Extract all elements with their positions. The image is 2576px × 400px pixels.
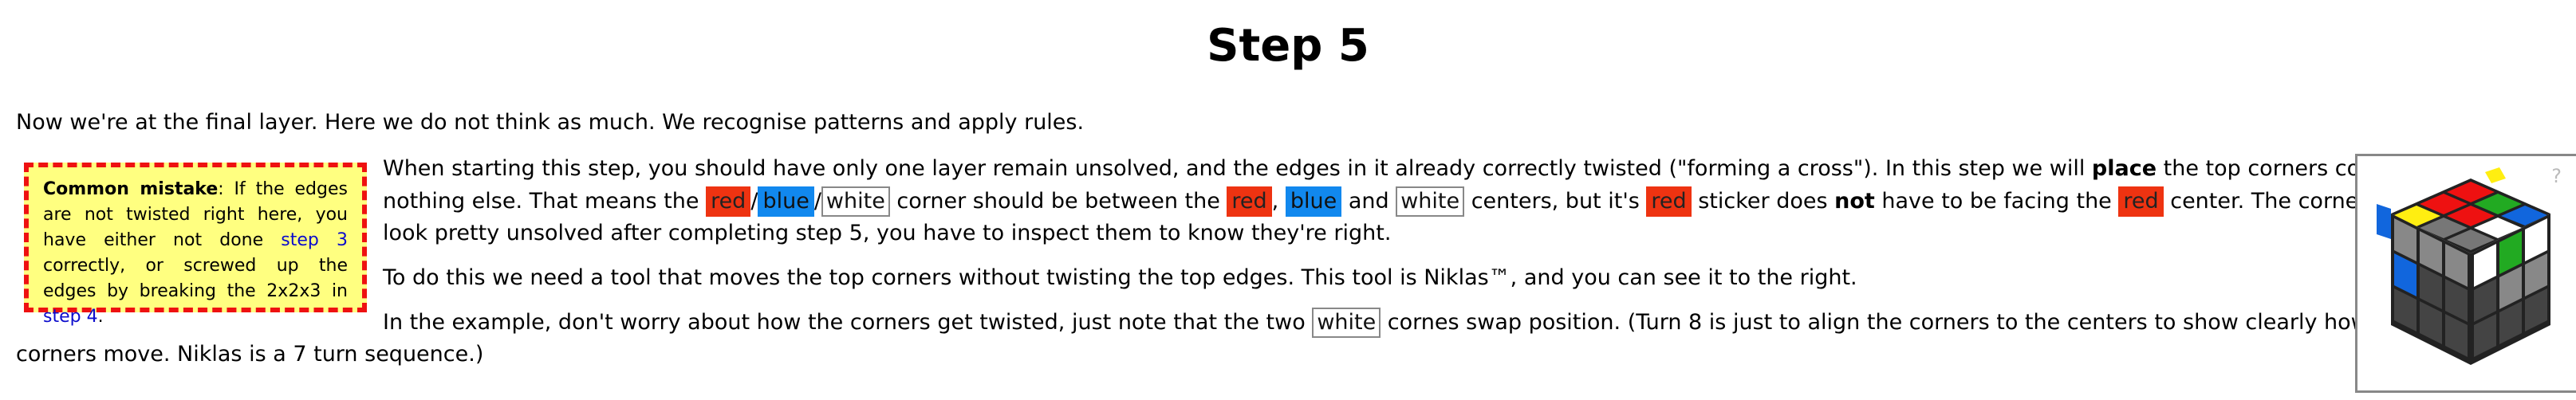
paragraph-1-line-2: nothing else. That means the red / blue / wh… bbox=[383, 186, 2479, 218]
step-3-link[interactable]: step 3 bbox=[281, 230, 348, 250]
paragraph-1-line-1: When starting this step, you should have… bbox=[383, 153, 2436, 185]
rotation-arrow-icon bbox=[2485, 167, 2506, 183]
paragraph-3-line-1: In the example, don't worry about how th… bbox=[383, 307, 2411, 339]
common-mistake-box: Common mistake: If the edges are not twi… bbox=[24, 163, 367, 327]
red-center-chip: red bbox=[1227, 186, 1272, 217]
blue-sticker-chip: blue bbox=[758, 186, 814, 217]
p3-text: In the example, don't worry about how th… bbox=[383, 310, 1313, 335]
step-4-link[interactable]: step 4 bbox=[43, 307, 98, 327]
p1-text: nothing else. That means the bbox=[383, 189, 707, 214]
paragraph-2: To do this we need a tool that moves the… bbox=[383, 265, 1857, 290]
blue-center-chip: blue bbox=[1285, 186, 1342, 217]
rubiks-cube-illustration bbox=[2377, 167, 2550, 365]
p1-text: When starting this step, you should have… bbox=[383, 156, 2092, 181]
mistake-label: Common mistake bbox=[43, 179, 219, 199]
slash: / bbox=[813, 189, 821, 214]
red-sticker-chip: red bbox=[1646, 186, 1692, 217]
comma: , bbox=[1271, 189, 1279, 214]
white-sticker-chip: white bbox=[821, 186, 890, 217]
p1-text: have to be facing the bbox=[1874, 189, 2119, 214]
help-icon[interactable]: ? bbox=[2551, 166, 2562, 186]
p3-text: cornes swap position. (Turn 8 is just to… bbox=[1381, 310, 2411, 335]
p1-text: sticker does bbox=[1691, 189, 1835, 214]
p1-and: and bbox=[1348, 189, 1389, 214]
paragraph-3-line-2: corners move. Niklas is a 7 turn sequenc… bbox=[16, 342, 484, 367]
p1-place-bold: place bbox=[2091, 156, 2157, 181]
cube-animation-frame[interactable]: ? bbox=[2355, 154, 2576, 393]
white-center-chip: white bbox=[1396, 186, 1465, 217]
p1-text: centers, but it's bbox=[1464, 189, 1647, 214]
white-sticker-chip: white bbox=[1312, 308, 1381, 338]
p1-text: corner should be between the bbox=[889, 189, 1227, 214]
paragraph-1-line-3: look pretty unsolved after completing st… bbox=[383, 221, 1392, 245]
mistake-text-3: . bbox=[97, 307, 104, 327]
red-sticker-chip: red bbox=[706, 186, 751, 217]
rotation-arrow-icon bbox=[2377, 204, 2391, 239]
intro-text: Now we're at the final layer. Here we do… bbox=[16, 110, 1085, 135]
page-title: Step 5 bbox=[1207, 20, 1369, 72]
red-center-chip: red bbox=[2118, 186, 2164, 217]
p1-not-bold: not bbox=[1834, 189, 1875, 214]
slash: / bbox=[750, 189, 758, 214]
mistake-text-2: correctly, or screwed up the edges by br… bbox=[43, 256, 348, 301]
